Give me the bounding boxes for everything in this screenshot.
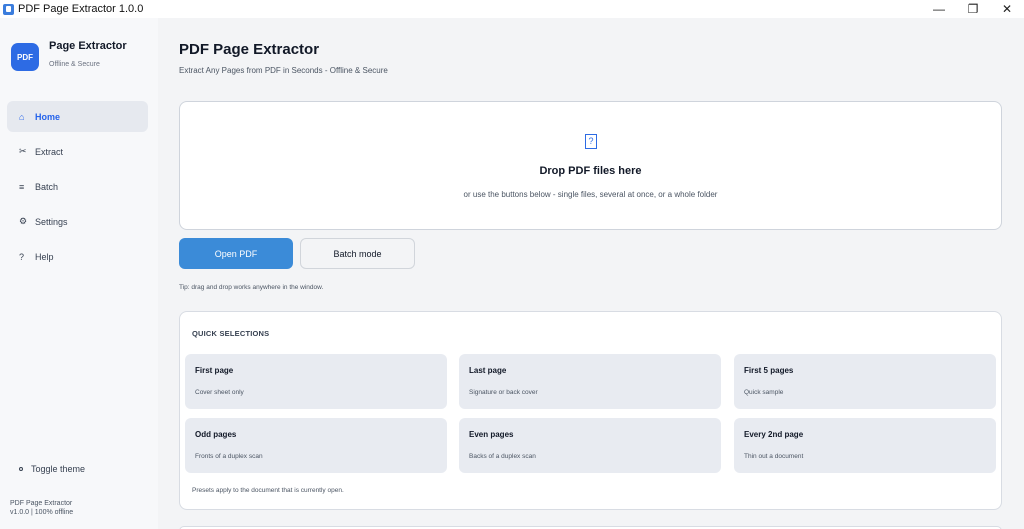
quick-selections-panel: QUICK SELECTIONS First page Cover sheet … <box>179 311 1002 510</box>
sidebar: PDF Page Extractor Offline & Secure ⌂ Ho… <box>0 18 158 529</box>
sidebar-item-label: Extract <box>35 146 64 157</box>
minimize-button[interactable]: — <box>922 0 956 18</box>
brand-title: Page Extractor <box>49 40 127 52</box>
version-number: v1.0.0 | 100% offline <box>10 509 74 516</box>
main-content: PDF Page Extractor Extract Any Pages fro… <box>158 18 1024 529</box>
preset-every-2nd-page[interactable]: Every 2nd page Thin out a document <box>734 418 996 473</box>
help-icon: ? <box>19 251 25 262</box>
sidebar-item-help[interactable]: ? Help <box>7 241 148 272</box>
quick-selections-header: QUICK SELECTIONS <box>192 329 270 338</box>
toggle-theme-button[interactable]: Toggle theme <box>19 464 85 474</box>
preset-title: Odd pages <box>195 430 237 439</box>
preset-title: Last page <box>469 366 507 375</box>
batch-mode-button[interactable]: Batch mode <box>300 238 415 269</box>
list-icon: ≡ <box>19 181 25 192</box>
gear-icon: ⚙ <box>19 216 28 226</box>
sidebar-item-settings[interactable]: ⚙ Settings <box>7 206 148 237</box>
sidebar-item-extract[interactable]: ✂ Extract <box>7 136 148 167</box>
close-button[interactable]: ✕ <box>990 0 1024 18</box>
toggle-theme-label: Toggle theme <box>31 464 86 474</box>
tip-text: Tip: drag and drop works anywhere in the… <box>179 284 324 291</box>
preset-desc: Quick sample <box>744 389 784 396</box>
brand: PDF Page Extractor Offline & Secure <box>11 38 127 71</box>
preset-first-5-pages[interactable]: First 5 pages Quick sample <box>734 354 996 409</box>
brand-subtitle: Offline & Secure <box>49 61 100 68</box>
page-subtitle: Extract Any Pages from PDF in Seconds - … <box>179 66 388 75</box>
preset-first-page[interactable]: First page Cover sheet only <box>185 354 447 409</box>
preset-odd-pages[interactable]: Odd pages Fronts of a duplex scan <box>185 418 447 473</box>
preset-desc: Fronts of a duplex scan <box>195 453 263 460</box>
preset-desc: Signature or back cover <box>469 389 538 396</box>
preset-desc: Thin out a document <box>744 453 804 460</box>
version-info: PDF Page Extractor v1.0.0 | 100% offline <box>10 499 73 517</box>
app-icon <box>3 3 14 15</box>
home-icon: ⌂ <box>19 111 25 122</box>
sidebar-nav: ⌂ Home ✂ Extract ≡ Batch ⚙ Settings ? He… <box>7 101 148 276</box>
drop-zone-subtitle: or use the buttons below - single files,… <box>463 190 718 199</box>
page-title: PDF Page Extractor <box>179 41 320 58</box>
quick-selections-footer: Presets apply to the document that is cu… <box>192 487 344 494</box>
version-app-name: PDF Page Extractor <box>10 500 73 507</box>
preset-even-pages[interactable]: Even pages Backs of a duplex scan <box>459 418 721 473</box>
sidebar-item-label: Home <box>35 111 61 122</box>
brand-logo: PDF <box>11 43 39 71</box>
preset-title: Even pages <box>469 430 514 439</box>
sidebar-item-label: Batch <box>35 181 59 192</box>
title-bar: PDF Page Extractor 1.0.0 — ❐ ✕ <box>0 0 1024 18</box>
scissors-icon: ✂ <box>19 146 27 156</box>
sidebar-item-label: Settings <box>35 216 68 227</box>
sidebar-item-home[interactable]: ⌂ Home <box>7 101 148 132</box>
preset-desc: Cover sheet only <box>195 389 244 396</box>
preset-last-page[interactable]: Last page Signature or back cover <box>459 354 721 409</box>
maximize-button[interactable]: ❐ <box>956 0 990 18</box>
drop-zone[interactable]: ? Drop PDF files here or use the buttons… <box>179 101 1002 230</box>
preset-title: First 5 pages <box>744 366 794 375</box>
brand-text: Page Extractor Offline & Secure <box>49 38 127 71</box>
sidebar-item-label: Help <box>35 251 54 262</box>
open-pdf-button[interactable]: Open PDF <box>179 238 293 269</box>
preset-title: First page <box>195 366 234 375</box>
file-placeholder-icon: ? <box>585 134 597 149</box>
drop-zone-title: Drop PDF files here <box>539 165 642 177</box>
preset-desc: Backs of a duplex scan <box>469 453 536 460</box>
window-title: PDF Page Extractor 1.0.0 <box>18 3 144 15</box>
theme-dot-icon <box>19 467 23 471</box>
preset-title: Every 2nd page <box>744 430 804 439</box>
sidebar-item-batch[interactable]: ≡ Batch <box>7 171 148 202</box>
window-controls: — ❐ ✕ <box>922 0 1024 18</box>
